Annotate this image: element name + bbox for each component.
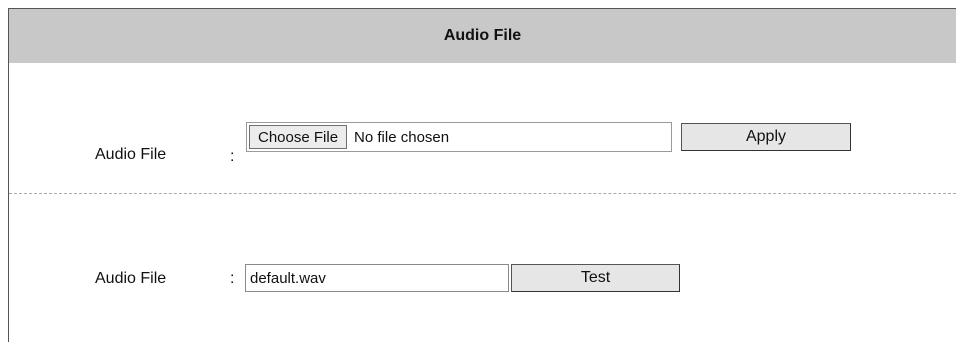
audio-file-panel: Audio File Audio File : Choose File No f… <box>8 8 956 342</box>
apply-button[interactable]: Apply <box>681 123 851 151</box>
current-row-colon: : <box>230 270 235 287</box>
current-audio-file-label: Audio File <box>95 270 167 287</box>
file-status-text: No file chosen <box>354 128 450 146</box>
panel-header: Audio File <box>9 9 956 63</box>
upload-row-colon: : <box>230 148 235 165</box>
section-divider <box>9 193 956 194</box>
upload-audio-file-label: Audio File <box>95 146 167 163</box>
test-button[interactable]: Test <box>511 264 680 292</box>
audio-file-chooser[interactable]: Choose File No file chosen <box>246 122 672 152</box>
choose-file-button[interactable]: Choose File <box>249 125 348 149</box>
audio-file-name-field[interactable] <box>245 264 509 292</box>
panel-title: Audio File <box>443 27 522 44</box>
